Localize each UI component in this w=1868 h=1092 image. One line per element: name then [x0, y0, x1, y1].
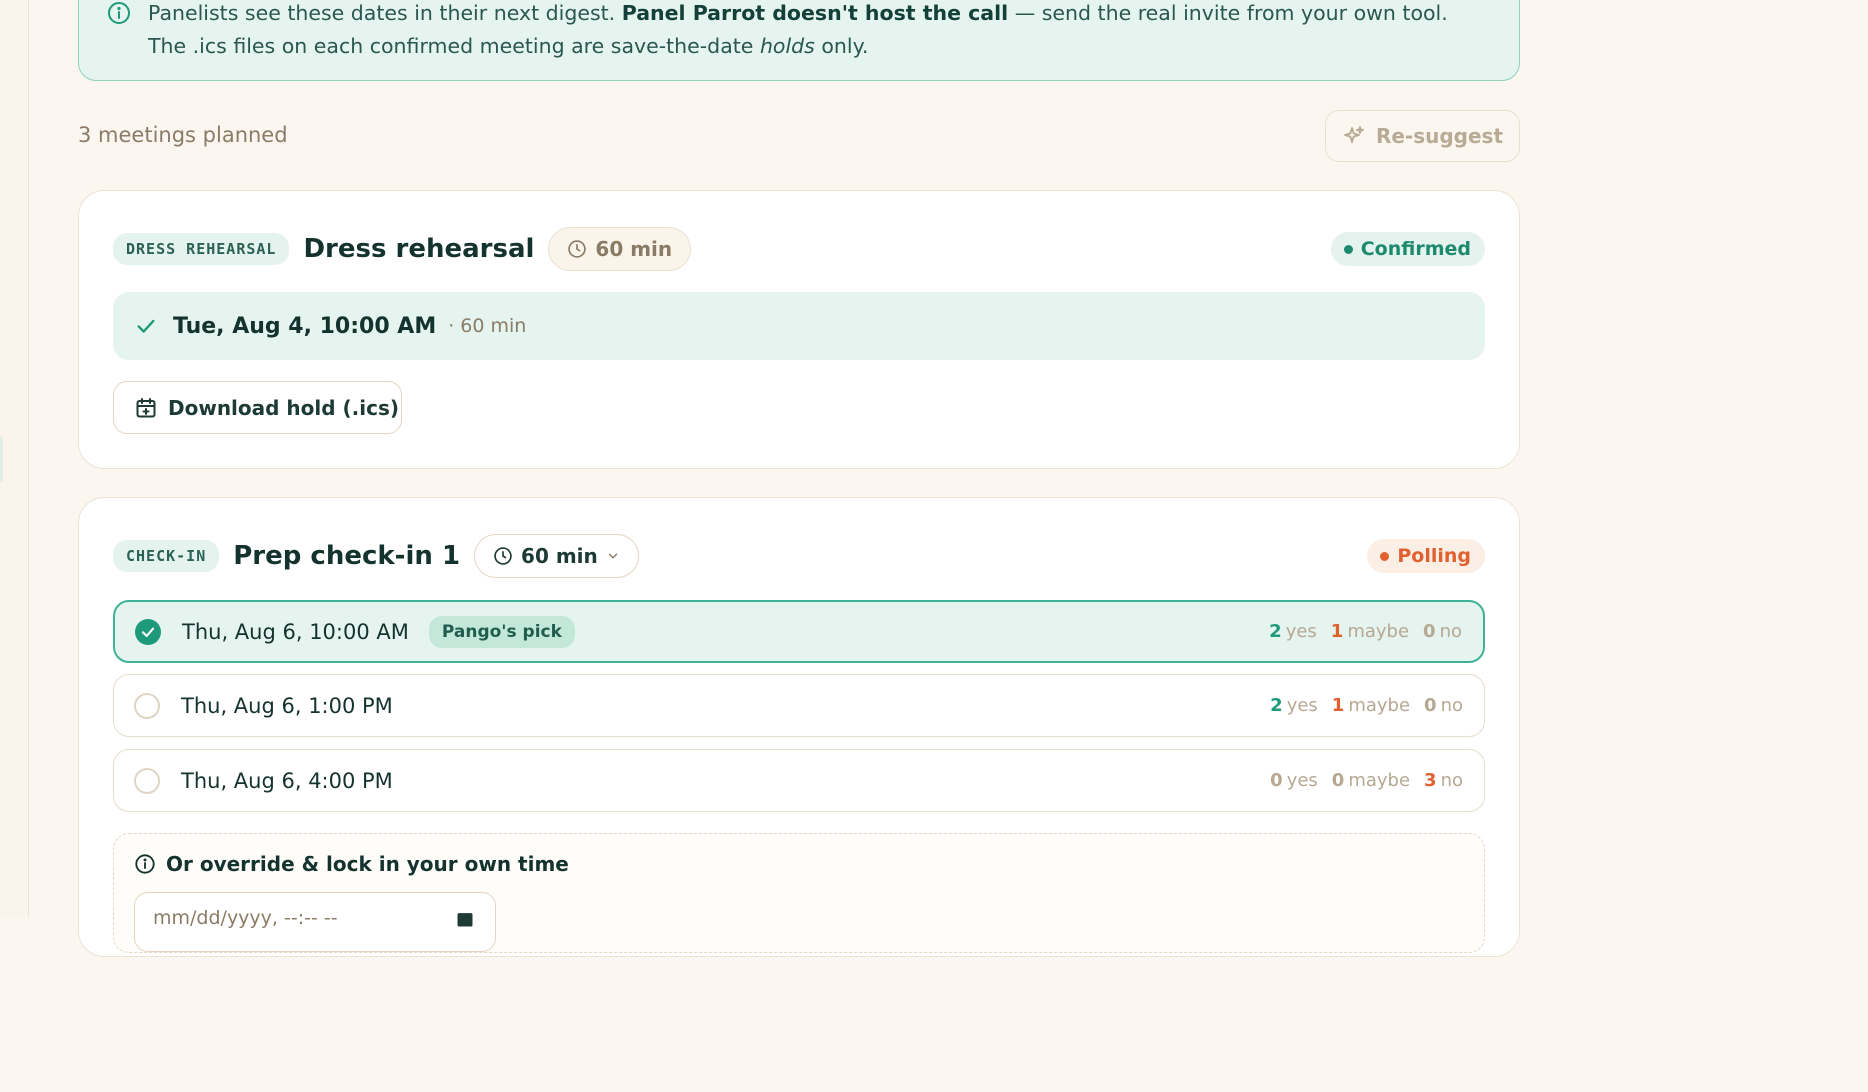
- maybe-count: 1 maybe: [1330, 621, 1410, 642]
- datetime-placeholder: mm/dd/yyyy, --:-- --: [153, 907, 338, 929]
- meeting-title: Prep check-in 1: [233, 541, 461, 571]
- clock-icon: [494, 547, 512, 565]
- info-banner: Panelists see these dates in their next …: [78, 0, 1520, 81]
- card-header: CHECK-IN Prep check-in 1 60 min Polling: [113, 532, 1485, 580]
- meeting-card-dress-rehearsal: DRESS REHEARSAL Dress rehearsal 60 min C…: [78, 190, 1520, 469]
- time-option[interactable]: Thu, Aug 6, 1:00 PM 2 yes 1 maybe 0 no: [113, 674, 1485, 737]
- duration-pill: 60 min: [548, 227, 692, 271]
- resuggest-label: Re-suggest: [1375, 124, 1504, 148]
- info-icon: [135, 854, 155, 874]
- yes-count: 2 yes: [1270, 695, 1318, 716]
- info-icon: [108, 2, 130, 24]
- left-rail: [0, 0, 29, 917]
- maybe-count: 0 maybe: [1331, 770, 1411, 791]
- radio-unselected[interactable]: [134, 692, 160, 719]
- time-option[interactable]: Thu, Aug 6, 10:00 AM Pango's pick 2 yes 1…: [113, 600, 1485, 663]
- vote-tally: 0 yes 0 maybe 3 no: [1270, 770, 1463, 791]
- override-datetime-input[interactable]: mm/dd/yyyy, --:-- --: [134, 892, 496, 952]
- duration-label: 60 min: [595, 237, 673, 261]
- duration-label: 60 min: [521, 544, 598, 568]
- status-dot: [1343, 244, 1353, 254]
- status-dot: [1380, 551, 1390, 561]
- confirmed-time: Tue, Aug 4, 10:00 AM: [173, 313, 437, 339]
- meeting-title: Dress rehearsal: [303, 234, 535, 264]
- no-count: 0 no: [1424, 695, 1463, 716]
- rail-scroll-indicator: [0, 436, 3, 482]
- download-hold-button[interactable]: Download hold (.ics): [113, 381, 402, 434]
- status-badge: Confirmed: [1330, 232, 1485, 266]
- maybe-count: 1 maybe: [1331, 695, 1411, 716]
- override-label: Or override & lock in your own time: [134, 852, 569, 876]
- resuggest-button[interactable]: Re-suggest: [1325, 110, 1520, 162]
- time-option[interactable]: Thu, Aug 6, 4:00 PM 0 yes 0 maybe 3 no: [113, 749, 1485, 812]
- duration-select[interactable]: 60 min: [474, 534, 639, 578]
- radio-unselected[interactable]: [134, 767, 160, 794]
- option-time: Thu, Aug 6, 1:00 PM: [181, 693, 393, 718]
- calendar-plus-icon: [136, 397, 156, 417]
- no-count: 3 no: [1424, 770, 1463, 791]
- recommended-badge: Pango's pick: [428, 615, 575, 648]
- meetings-count: 3 meetings planned: [78, 123, 288, 147]
- download-hold-label: Download hold (.ics): [168, 395, 400, 420]
- banner-text: Panelists see these dates in their next …: [148, 1, 1448, 58]
- card-header: DRESS REHEARSAL Dress rehearsal 60 min C…: [113, 225, 1485, 273]
- status-label: Confirmed: [1360, 238, 1471, 260]
- yes-count: 2 yes: [1269, 621, 1317, 642]
- check-icon: [137, 319, 155, 333]
- calendar-icon[interactable]: [455, 909, 475, 929]
- no-count: 0 no: [1423, 621, 1462, 642]
- vote-tally: 2 yes 1 maybe 0 no: [1270, 695, 1463, 716]
- confirmed-slot: Tue, Aug 4, 10:00 AM · 60 min: [113, 292, 1485, 360]
- meeting-type-chip: CHECK-IN: [113, 540, 220, 572]
- status-label: Polling: [1397, 545, 1471, 567]
- meeting-type-chip: DRESS REHEARSAL: [113, 233, 290, 265]
- radio-selected[interactable]: [135, 618, 161, 645]
- override-section: Or override & lock in your own time mm/d…: [113, 833, 1485, 953]
- yes-count: 0 yes: [1270, 770, 1318, 791]
- vote-tally: 2 yes 1 maybe 0 no: [1269, 621, 1462, 642]
- option-time: Thu, Aug 6, 4:00 PM: [181, 768, 393, 793]
- meeting-card-prep-check-in: CHECK-IN Prep check-in 1 60 min Polling: [78, 497, 1520, 957]
- clock-icon: [568, 240, 587, 258]
- option-time: Thu, Aug 6, 10:00 AM: [182, 619, 409, 644]
- check-icon: [141, 627, 155, 637]
- confirmed-duration: · 60 min: [448, 315, 527, 337]
- chevron-down-icon: [608, 553, 618, 559]
- sparkle-icon: [1344, 126, 1364, 143]
- status-badge: Polling: [1367, 539, 1485, 573]
